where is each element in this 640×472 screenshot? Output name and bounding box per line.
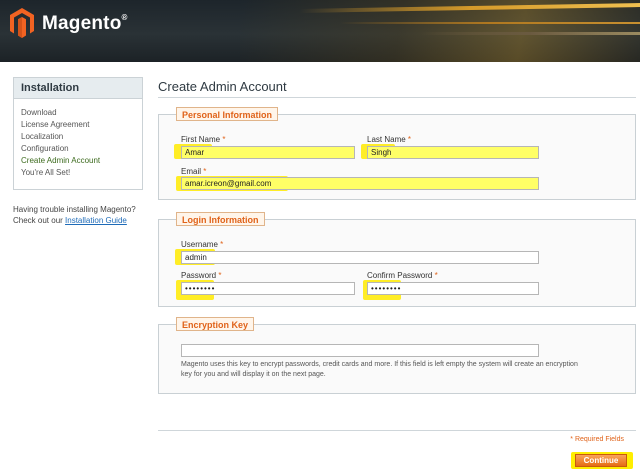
password-label: Password * xyxy=(181,271,221,280)
header-streak xyxy=(420,32,640,35)
help-line: Having trouble installing Magento? xyxy=(13,205,136,214)
encryption-note: Magento uses this key to encrypt passwor… xyxy=(181,360,621,380)
step-list: Download License Agreement Localization … xyxy=(14,99,142,189)
sidebar-item-license: License Agreement xyxy=(21,120,90,129)
magento-logo-icon xyxy=(10,8,34,38)
installation-guide-link[interactable]: Installation Guide xyxy=(65,216,127,225)
label-text: Confirm Password xyxy=(367,271,433,280)
required-marker: * xyxy=(218,271,222,280)
help-prefix: Check out our xyxy=(13,216,66,225)
encryption-key-fieldset: Encryption Key Magento uses this key to … xyxy=(158,317,636,394)
sidebar-box: Installation Download License Agreement … xyxy=(13,77,143,190)
header-streak xyxy=(340,22,640,24)
sidebar-item-localization: Localization xyxy=(21,132,64,141)
required-marker: * xyxy=(220,240,224,249)
required-marker: * xyxy=(407,135,412,144)
username-label: Username * xyxy=(181,240,223,249)
page-title: Create Admin Account xyxy=(158,79,287,94)
password-input[interactable]: •••••••• xyxy=(181,282,355,295)
label-text: Username xyxy=(181,240,218,249)
email-input[interactable]: amar.icreon@gmail.com xyxy=(181,177,539,190)
brand-text: Magento xyxy=(42,13,122,34)
first-name-input[interactable]: Amar xyxy=(181,146,355,159)
required-marker: * xyxy=(434,271,438,280)
note-line: key for you and will display it on the n… xyxy=(181,371,326,378)
continue-button[interactable]: Continue xyxy=(575,454,627,467)
required-fields-note: * Required Fields xyxy=(570,436,624,443)
installation-sidebar: Installation Download License Agreement … xyxy=(13,77,143,226)
email-label: Email * xyxy=(181,167,206,176)
help-text: Having trouble installing Magento? Check… xyxy=(13,204,143,226)
personal-info-legend: Personal Information xyxy=(176,107,279,121)
last-name-label: Last Name * xyxy=(367,135,411,144)
note-line: Magento uses this key to encrypt passwor… xyxy=(181,361,578,368)
sidebar-item-configuration: Configuration xyxy=(21,144,69,153)
label-text: Email xyxy=(181,167,202,176)
sidebar-title: Installation xyxy=(14,78,142,99)
label-text: Last Name xyxy=(367,135,406,144)
brand-name[interactable]: Magento® xyxy=(42,13,128,35)
encryption-key-input[interactable] xyxy=(181,344,539,357)
label-text: Password xyxy=(181,271,217,280)
username-input[interactable]: admin xyxy=(181,251,539,264)
label-text: First Name xyxy=(181,135,221,144)
divider xyxy=(158,430,636,431)
required-marker: * xyxy=(203,167,207,176)
login-info-fieldset: Login Information Username * admin Passw… xyxy=(158,212,636,307)
sidebar-item-all-set: You're All Set! xyxy=(21,168,71,177)
confirm-password-label: Confirm Password * xyxy=(367,271,438,280)
personal-info-fieldset: Personal Information First Name * Amar L… xyxy=(158,107,636,200)
encryption-key-legend: Encryption Key xyxy=(176,317,255,331)
trademark: ® xyxy=(121,13,128,22)
required-marker: * xyxy=(222,135,226,144)
divider xyxy=(158,97,636,98)
first-name-label: First Name * xyxy=(181,135,225,144)
login-info-legend: Login Information xyxy=(176,212,265,226)
confirm-password-input[interactable]: •••••••• xyxy=(367,282,539,295)
sidebar-item-download: Download xyxy=(21,108,57,117)
sidebar-item-create-admin: Create Admin Account xyxy=(21,156,101,165)
header-bar: Magento® xyxy=(0,0,640,62)
last-name-input[interactable]: Singh xyxy=(367,146,539,159)
help-line: Check out our Installation Guide xyxy=(13,215,143,226)
